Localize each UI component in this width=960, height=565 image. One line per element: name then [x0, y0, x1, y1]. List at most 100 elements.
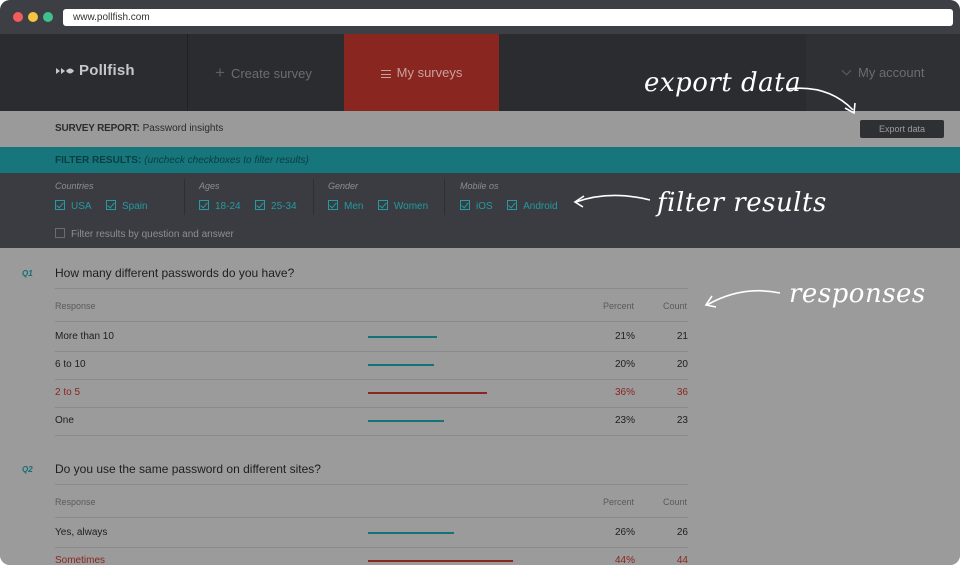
- divider: [55, 321, 688, 322]
- nav-my-account-label: My account: [858, 65, 925, 80]
- response-bar: [368, 420, 444, 422]
- response-count: 21: [676, 331, 688, 342]
- checkbox-checked-icon[interactable]: [460, 200, 470, 210]
- minimize-window-dot[interactable]: [28, 12, 38, 22]
- filter-group-label: Mobile os: [460, 181, 499, 191]
- browser-chrome: www.pollfish.com: [0, 0, 960, 34]
- response-bar: [368, 392, 487, 394]
- close-window-dot[interactable]: [13, 12, 23, 22]
- divider: [55, 517, 688, 518]
- arrow-responses-icon: [704, 289, 781, 308]
- question-text: Do you use the same password on differen…: [55, 462, 321, 476]
- filter-option-18-24[interactable]: 18-24: [199, 200, 241, 212]
- filter-option-men[interactable]: Men: [328, 200, 363, 212]
- plus-icon: +: [215, 63, 225, 82]
- column-header-count: Count: [663, 301, 688, 311]
- response-percent: 26%: [614, 527, 635, 538]
- divider: [55, 379, 688, 380]
- filter-option-label: Men: [344, 201, 364, 212]
- filter-group-mobile-os: Mobile os iOS Android: [460, 181, 568, 214]
- divider: [55, 547, 688, 548]
- response-label: Sometimes: [55, 555, 106, 565]
- response-percent: 21%: [614, 331, 635, 342]
- filter-option-label: Spain: [122, 201, 148, 212]
- filter-divider: [313, 179, 314, 215]
- column-header-percent: Percent: [603, 497, 635, 507]
- response-percent: 23%: [614, 415, 635, 426]
- response-label: 2 to 5: [55, 387, 81, 398]
- filter-option-25-34[interactable]: 25-34: [255, 200, 297, 212]
- response-count: 20: [676, 359, 688, 370]
- filter-option-spain[interactable]: Spain: [106, 200, 148, 212]
- nav-create-survey[interactable]: + Create survey: [215, 34, 312, 111]
- logo[interactable]: Pollfish: [55, 62, 135, 79]
- filter-divider: [184, 179, 185, 215]
- export-data-button[interactable]: Export data: [860, 120, 944, 138]
- filter-option-label: 25-34: [271, 201, 297, 212]
- filter-option-label: Women: [393, 201, 429, 212]
- annotation-responses: responses: [789, 279, 926, 309]
- checkbox-checked-icon[interactable]: [507, 200, 518, 210]
- divider: [55, 288, 688, 289]
- filter-results-heading: FILTER RESULTS: (uncheck checkboxes to fi…: [55, 155, 309, 166]
- filter-by-question-toggle[interactable]: Filter results by question and answer: [55, 228, 234, 240]
- response-count: 36: [676, 387, 688, 398]
- response-count: 26: [676, 527, 688, 538]
- nav-create-survey-label: Create survey: [230, 66, 312, 81]
- filter-group-label: Ages: [199, 181, 220, 191]
- maximize-window-dot[interactable]: [43, 12, 53, 22]
- question-number: Q2: [22, 465, 33, 474]
- annotation-export-data: export data: [644, 68, 802, 98]
- filter-divider: [444, 179, 445, 215]
- column-header-response: Response: [55, 301, 96, 311]
- address-bar[interactable]: www.pollfish.com: [63, 9, 953, 26]
- filter-by-question-label: Filter results by question and answer: [71, 229, 234, 240]
- filter-option-usa[interactable]: USA: [55, 200, 92, 212]
- checkbox-checked-icon[interactable]: [255, 200, 266, 210]
- response-label: 6 to 10: [55, 359, 86, 370]
- column-header-count: Count: [663, 497, 688, 507]
- response-percent: 36%: [614, 387, 635, 398]
- filter-option-label: Android: [523, 201, 558, 212]
- filter-option-label: iOS: [476, 201, 493, 212]
- response-bar: [368, 364, 434, 366]
- filter-option-ios[interactable]: iOS: [460, 200, 493, 212]
- nav-my-surveys-label: My surveys: [396, 65, 463, 80]
- filter-results-hint: (uncheck checkboxes to filter results): [144, 155, 309, 166]
- divider: [55, 435, 688, 436]
- checkbox-unchecked-icon[interactable]: [55, 228, 65, 238]
- filter-group-label: Gender: [328, 181, 359, 191]
- checkbox-checked-icon[interactable]: [199, 200, 209, 210]
- browser-window: www.pollfish.com Pollfish + Create survey…: [0, 0, 960, 565]
- response-label: One: [55, 415, 74, 426]
- response-percent: 44%: [614, 555, 635, 565]
- filter-option-android[interactable]: Android: [507, 200, 558, 212]
- filter-results-label: FILTER RESULTS:: [55, 155, 142, 166]
- filter-option-label: USA: [71, 201, 92, 212]
- checkbox-checked-icon[interactable]: [377, 200, 388, 210]
- checkbox-checked-icon[interactable]: [328, 200, 338, 210]
- response-label: Yes, always: [55, 527, 108, 538]
- response-count: 23: [676, 415, 688, 426]
- divider: [55, 407, 688, 408]
- nav-divider: [187, 34, 188, 111]
- report-label: SURVEY REPORT:: [55, 123, 140, 134]
- divider: [55, 351, 688, 352]
- filter-group-countries: Countries USA Spain: [55, 181, 158, 214]
- logo-text: Pollfish: [79, 62, 135, 79]
- checkbox-checked-icon[interactable]: [55, 200, 65, 210]
- response-count: 44: [676, 555, 688, 565]
- checkbox-checked-icon[interactable]: [106, 200, 117, 210]
- filter-option-women[interactable]: Women: [377, 200, 429, 212]
- annotation-filter-results: filter results: [657, 188, 827, 218]
- nav-my-surveys[interactable]: My surveys: [344, 34, 499, 111]
- question-text: How many different passwords do you have…: [55, 266, 295, 280]
- response-bar: [368, 560, 513, 562]
- fish-logo-icon: [56, 68, 74, 75]
- filter-results-bar: FILTER RESULTS: (uncheck checkboxes to fi…: [0, 147, 960, 173]
- report-name: Password insights: [142, 123, 224, 134]
- arrow-filter-icon: [573, 194, 651, 208]
- question-number: Q1: [22, 269, 33, 278]
- response-label: More than 10: [55, 331, 114, 342]
- response-bar: [368, 532, 454, 534]
